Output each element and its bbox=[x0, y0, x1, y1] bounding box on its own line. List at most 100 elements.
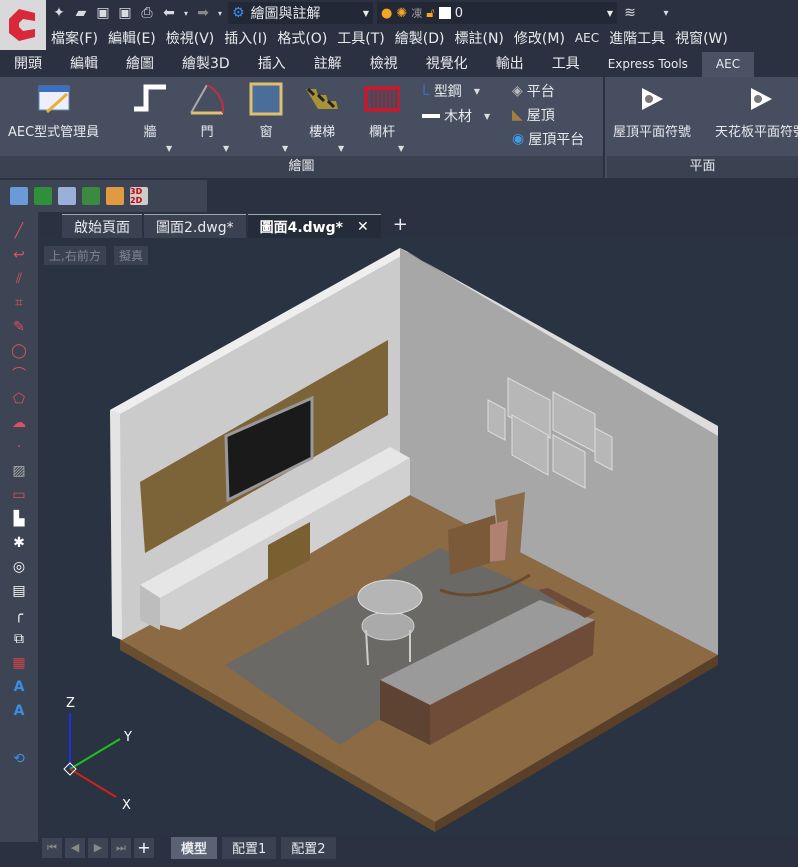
next-layout-button[interactable]: ▶ bbox=[88, 837, 108, 858]
menu-file[interactable]: 檔案(F) bbox=[46, 28, 103, 48]
door-button[interactable]: 門 ▼ bbox=[185, 81, 229, 153]
tab-label: 啟始頁面 bbox=[74, 219, 130, 236]
document-edit-icon[interactable] bbox=[10, 187, 28, 205]
chevron-down-icon: ▼ bbox=[606, 8, 613, 18]
wipeout-icon[interactable]: ✱ bbox=[11, 534, 27, 552]
undo-dropdown-icon[interactable]: ▾ bbox=[182, 4, 190, 22]
customize-dropdown-icon[interactable]: ▾ bbox=[657, 4, 675, 22]
timber-button[interactable]: 木材 ▼ bbox=[422, 106, 490, 126]
sketch-icon[interactable]: ✎ bbox=[11, 318, 27, 336]
chevron-down-icon[interactable]: ▼ bbox=[166, 144, 172, 153]
first-layout-button[interactable]: ⏮ bbox=[42, 837, 62, 858]
layer-states-icon[interactable]: ≋ bbox=[621, 4, 639, 22]
save-as-icon[interactable]: ▣ bbox=[116, 4, 134, 22]
redo-dropdown-icon[interactable]: ▾ bbox=[216, 4, 224, 22]
drawing-viewport[interactable]: 上,右前方 擬真 Z Y X bbox=[38, 238, 798, 835]
sync-icon[interactable]: ⟲ bbox=[11, 750, 27, 768]
tab-layout1[interactable]: 配置1 bbox=[222, 836, 277, 859]
railing-button[interactable]: 欄杆 ▼ bbox=[360, 81, 404, 153]
ceiling-plan-symbol-button[interactable]: 天花板平面符號 bbox=[715, 81, 798, 140]
app-logo[interactable] bbox=[0, 0, 46, 50]
tab-home[interactable]: 開頭 bbox=[0, 52, 56, 77]
arc-icon[interactable]: ⌒ bbox=[11, 366, 27, 384]
wall-button[interactable]: 牆 ▼ bbox=[128, 81, 172, 153]
circle-icon[interactable]: ◯ bbox=[11, 342, 27, 360]
tab-drawing2[interactable]: 圖面2.dwg* bbox=[144, 214, 246, 238]
tab-layout2[interactable]: 配置2 bbox=[281, 836, 336, 859]
text-icon[interactable]: A bbox=[11, 678, 27, 696]
menu-view[interactable]: 檢視(V) bbox=[161, 28, 220, 48]
multiline-icon[interactable]: ⌗ bbox=[11, 294, 27, 312]
point-icon[interactable]: · bbox=[11, 438, 27, 456]
undo-icon[interactable]: ⬅ bbox=[160, 4, 178, 22]
tab-start-page[interactable]: 啟始頁面 bbox=[62, 214, 142, 238]
workspace-select[interactable]: ⚙ 繪圖與註解 ▼ bbox=[228, 2, 373, 24]
hatch-icon[interactable]: ▨ bbox=[11, 462, 27, 480]
fillet-icon[interactable]: ╭ bbox=[11, 606, 27, 624]
open-icon[interactable]: ▰ bbox=[72, 4, 90, 22]
new-icon[interactable]: ✦ bbox=[50, 4, 68, 22]
tab-edit[interactable]: 編輯 bbox=[56, 52, 112, 77]
stair-button[interactable]: 樓梯 ▼ bbox=[300, 81, 344, 153]
roof-plan-symbol-button[interactable]: 屋頂平面符號 bbox=[613, 81, 691, 140]
polyline-icon[interactable]: ↩ bbox=[11, 246, 27, 264]
window-button[interactable]: 窗 ▼ bbox=[244, 81, 288, 153]
polygon-icon[interactable]: ⬠ bbox=[11, 390, 27, 408]
roof-button[interactable]: ◣ 屋頂 bbox=[512, 105, 555, 125]
menu-insert[interactable]: 插入(I) bbox=[219, 28, 272, 48]
gradient-icon[interactable]: ▦ bbox=[11, 654, 27, 672]
chevron-down-icon[interactable]: ▼ bbox=[338, 144, 344, 153]
tab-drawing4[interactable]: 圖面4.dwg* ✕ bbox=[247, 214, 381, 238]
layer-select[interactable]: ● ✺ 凍 🔓︎ 0 ▼ bbox=[377, 2, 617, 24]
tab-view[interactable]: 檢視 bbox=[356, 52, 412, 77]
import-icon[interactable] bbox=[106, 187, 124, 205]
tab-visualize[interactable]: 視覺化 bbox=[412, 52, 482, 77]
line-icon[interactable]: ╱ bbox=[11, 222, 27, 240]
tab-draw-3d[interactable]: 繪製3D bbox=[168, 52, 244, 77]
construction-line-icon[interactable]: ⫽ bbox=[11, 270, 27, 288]
tab-aec[interactable]: AEC bbox=[701, 52, 755, 77]
previous-layout-button[interactable]: ◀ bbox=[65, 837, 85, 858]
roof-slab-button[interactable]: ◉ 屋頂平台 bbox=[512, 129, 584, 149]
rectangle-icon[interactable]: ▭ bbox=[11, 486, 27, 504]
save-icon[interactable]: ▣ bbox=[94, 4, 112, 22]
menu-format[interactable]: 格式(O) bbox=[272, 28, 332, 48]
redo-icon[interactable]: ➡ bbox=[194, 4, 212, 22]
edit-table-icon[interactable] bbox=[58, 187, 76, 205]
menu-advanced-tools[interactable]: 進階工具 bbox=[604, 28, 670, 48]
mtext-icon[interactable]: A bbox=[11, 702, 27, 720]
revision-cloud-icon[interactable]: ☁ bbox=[11, 414, 27, 432]
menu-draw[interactable]: 繪製(D) bbox=[390, 28, 450, 48]
region-icon[interactable]: ▙ bbox=[11, 510, 27, 528]
block-icon[interactable]: ⧉ bbox=[11, 630, 27, 648]
tab-insert[interactable]: 插入 bbox=[244, 52, 300, 77]
add-tab-button[interactable]: + bbox=[383, 214, 418, 238]
print-icon[interactable]: ⎙ bbox=[138, 4, 156, 22]
chevron-down-icon[interactable]: ▼ bbox=[223, 144, 229, 153]
menu-window[interactable]: 視窗(W) bbox=[670, 28, 733, 48]
chevron-down-icon[interactable]: ▼ bbox=[398, 144, 404, 153]
menu-modify[interactable]: 修改(M) bbox=[509, 28, 570, 48]
aec-style-manager-button[interactable]: AEC型式管理員 bbox=[8, 81, 99, 140]
donut-icon[interactable]: ◎ bbox=[11, 558, 27, 576]
slab-button[interactable]: ◈ 平台 bbox=[512, 81, 555, 101]
tab-model[interactable]: 模型 bbox=[171, 836, 218, 859]
menu-aec[interactable]: AEC bbox=[570, 31, 604, 45]
table-icon[interactable]: ▤ bbox=[11, 582, 27, 600]
chevron-down-icon[interactable]: ▼ bbox=[282, 144, 288, 153]
menu-dimension[interactable]: 標註(N) bbox=[450, 28, 509, 48]
tab-output[interactable]: 輸出 bbox=[482, 52, 538, 77]
menu-tools[interactable]: 工具(T) bbox=[332, 28, 389, 48]
excel-icon[interactable] bbox=[34, 187, 52, 205]
3d-to-2d-icon[interactable]: 3D 2D bbox=[130, 187, 148, 205]
tab-annotate[interactable]: 註解 bbox=[300, 52, 356, 77]
menu-edit[interactable]: 編輯(E) bbox=[103, 28, 161, 48]
add-layout-button[interactable]: + bbox=[134, 837, 154, 858]
abc-excel-icon[interactable] bbox=[82, 187, 100, 205]
tab-express-tools[interactable]: Express Tools bbox=[594, 52, 702, 77]
tab-tools[interactable]: 工具 bbox=[538, 52, 594, 77]
steel-button[interactable]: L 型鋼 ▼ bbox=[422, 81, 480, 101]
tab-draw[interactable]: 繪圖 bbox=[112, 52, 168, 77]
last-layout-button[interactable]: ⏭ bbox=[111, 837, 131, 858]
close-icon[interactable]: ✕ bbox=[357, 219, 369, 235]
